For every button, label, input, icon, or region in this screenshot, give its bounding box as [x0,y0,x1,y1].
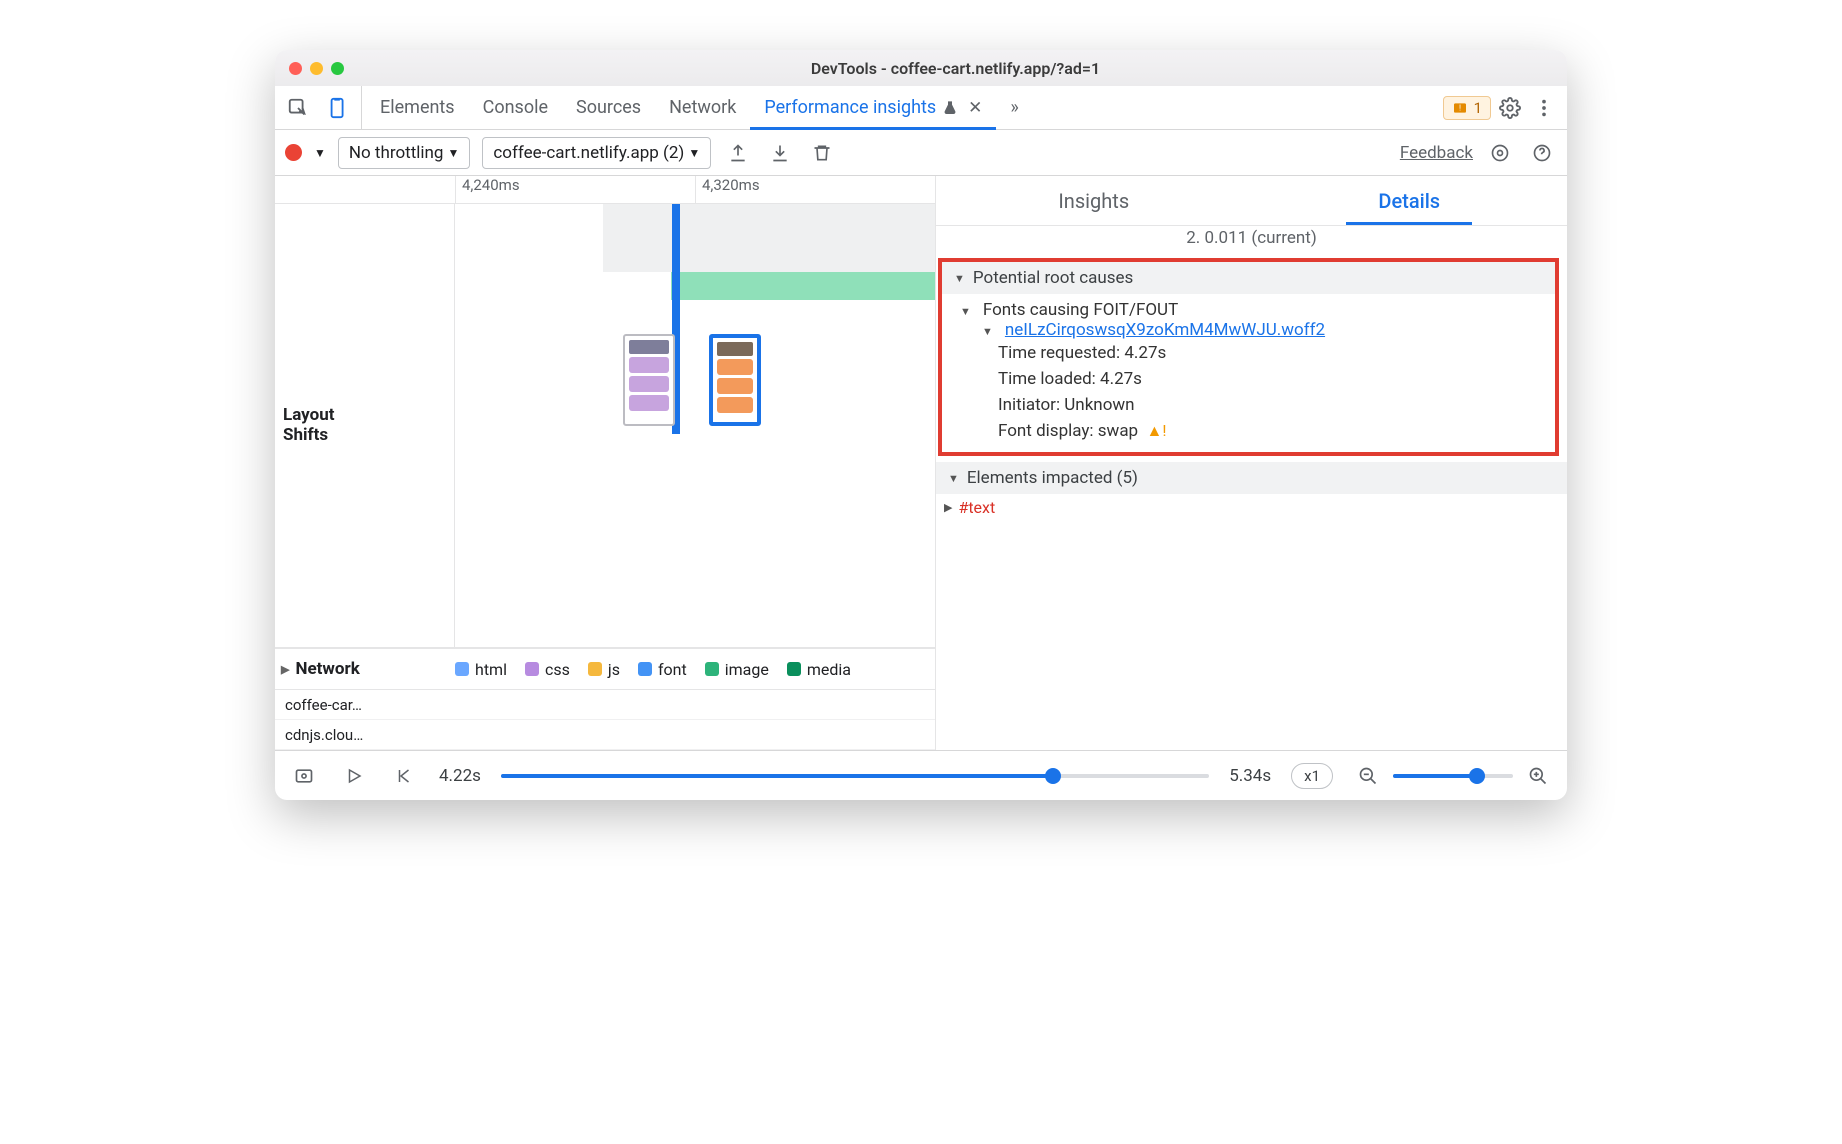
root-causes-header[interactable]: Potential root causes [942,262,1555,294]
image-region [671,272,935,300]
warning-icon: ▲! [1147,421,1167,440]
legend-css: css [525,660,570,679]
legend-js: js [588,660,620,679]
font-file-node[interactable]: neILzCirqoswsqX9zoKmM4MwWJU.woff2 [960,320,1545,340]
throttling-select[interactable]: No throttling▼ [338,137,470,169]
tab-elements[interactable]: Elements [366,86,469,129]
time-loaded: Time loaded: 4.27s [998,366,1545,392]
long-task-region [603,204,935,272]
speed-chip[interactable]: x1 [1291,763,1333,789]
truncated-prev-row: 2. 0.011 (current) [936,226,1567,254]
more-tabs-button[interactable]: » [996,86,1032,129]
record-caret-icon: ▼ [314,146,326,160]
zoom-slider[interactable] [1393,774,1513,778]
zoom-in-icon[interactable] [1523,761,1553,791]
initiator: Initiator: Unknown [998,392,1545,418]
network-label[interactable]: Network [275,659,455,679]
ruler-tick: 4,320ms [695,176,935,203]
play-button[interactable] [339,761,369,791]
details-pane: Insights Details 2. 0.011 (current) Pote… [935,176,1567,750]
timeline-pane: 4,240ms 4,320ms LayoutShifts [275,176,935,750]
time-requested: Time requested: 4.27s [998,340,1545,366]
playback-end-time: 5.34s [1229,766,1271,786]
tab-console[interactable]: Console [469,86,562,129]
layout-shifts-row: LayoutShifts [275,204,935,648]
svg-text:!: ! [1459,103,1461,112]
row-label: LayoutShifts [275,204,455,647]
tab-network[interactable]: Network [655,86,750,129]
shift-thumbnail-selected[interactable] [709,334,761,426]
help-icon[interactable] [1527,138,1557,168]
timeline-body[interactable] [455,204,935,647]
main-area: 4,240ms 4,320ms LayoutShifts [275,176,1567,750]
devtools-window: DevTools - coffee-cart.netlify.app/?ad=1… [275,50,1567,800]
inspect-element-icon[interactable] [283,93,313,123]
network-row: Network html css js font image media [275,648,935,690]
feedback-link[interactable]: Feedback [1400,143,1473,163]
playback-start-time: 4.22s [439,766,481,786]
zoom-out-icon[interactable] [1353,761,1383,791]
ruler-tick: 4,240ms [455,176,695,203]
skip-start-button[interactable] [389,761,419,791]
tab-details[interactable]: Details [1252,176,1568,225]
playback-slider[interactable] [501,774,1209,778]
legend-html: html [455,660,507,679]
font-file-link[interactable]: neILzCirqoswsqX9zoKmM4MwWJU.woff2 [1005,320,1325,340]
close-window-icon[interactable] [289,62,302,75]
tabs: Elements Console Sources Network Perform… [366,86,1033,129]
playback-bar: 4.22s 5.34s x1 [275,750,1567,800]
font-cause-tree: Fonts causing FOIT/FOUT neILzCirqoswsqX9… [942,294,1555,446]
close-tab-icon[interactable]: ✕ [968,98,982,118]
zoom-controls [1353,761,1553,791]
trash-icon[interactable] [807,138,837,168]
impacted-first-row[interactable]: ▶ #text [936,494,1567,517]
caret-right-icon: ▶ [944,501,952,514]
details-tabs: Insights Details [936,176,1567,226]
perf-toolbar: ▼ No throttling▼ coffee-cart.netlify.app… [275,130,1567,176]
time-ruler: 4,240ms 4,320ms [275,176,935,204]
record-icon [285,144,302,161]
inspect-tools [283,86,362,129]
tab-sources[interactable]: Sources [562,86,655,129]
record-button[interactable]: ▼ [285,144,326,161]
network-request-row[interactable]: cdnjs.clou… [275,720,935,750]
panel-settings-icon[interactable] [1485,138,1515,168]
legend-font: font [638,660,687,679]
legend-media: media [787,660,851,679]
traffic-lights [289,62,344,75]
shift-thumbnail[interactable] [623,334,675,426]
minimize-window-icon[interactable] [310,62,323,75]
upload-icon[interactable] [723,138,753,168]
kebab-menu-icon[interactable] [1529,93,1559,123]
preview-icon[interactable] [289,761,319,791]
page-select[interactable]: coffee-cart.netlify.app (2)▼ [482,137,711,169]
tab-insights[interactable]: Insights [936,176,1252,225]
maximize-window-icon[interactable] [331,62,344,75]
window-title: DevTools - coffee-cart.netlify.app/?ad=1 [358,59,1553,78]
caret-down-icon: ▼ [447,146,459,160]
legend-image: image [705,660,769,679]
download-icon[interactable] [765,138,795,168]
caret-down-icon: ▼ [688,146,700,160]
network-request-row[interactable]: coffee-car… [275,690,935,720]
panel-tabbar: Elements Console Sources Network Perform… [275,86,1567,130]
settings-icon[interactable] [1495,93,1525,123]
issue-icon: ! [1452,100,1468,116]
fonts-node[interactable]: Fonts causing FOIT/FOUT [960,300,1545,320]
elements-impacted-header[interactable]: Elements impacted (5) [936,462,1567,494]
titlebar: DevTools - coffee-cart.netlify.app/?ad=1 [275,50,1567,86]
details-body: 2. 0.011 (current) Potential root causes… [936,226,1567,750]
font-display: Font display: swap ▲! [998,418,1545,444]
network-legend: html css js font image media [455,660,935,679]
flask-icon [942,100,958,116]
tab-performance-insights[interactable]: Performance insights ✕ [750,86,996,129]
device-toolbar-icon[interactable] [323,93,353,123]
issues-badge[interactable]: ! 1 [1443,96,1491,120]
highlighted-section: Potential root causes Fonts causing FOIT… [938,258,1559,456]
